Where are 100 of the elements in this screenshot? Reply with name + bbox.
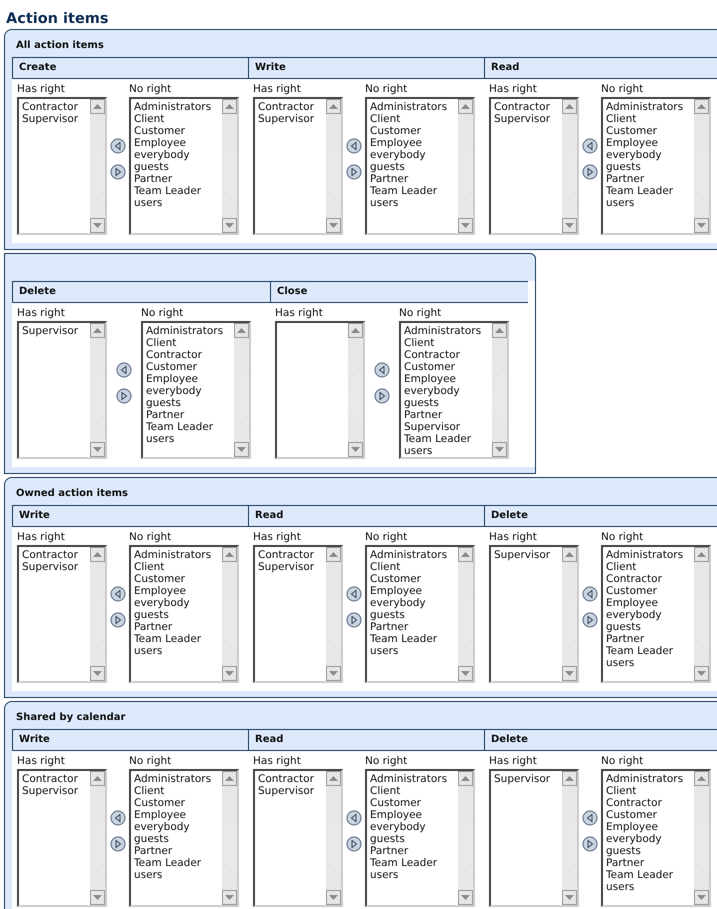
scroll-up-button[interactable] [694, 547, 709, 562]
list-option[interactable]: Supervisor [494, 113, 562, 125]
move-left-button[interactable] [582, 586, 598, 602]
list-option[interactable]: Team Leader [370, 857, 458, 869]
scrollbar[interactable] [562, 99, 577, 233]
list-option[interactable]: guests [134, 833, 222, 845]
move-left-button[interactable] [346, 810, 362, 826]
move-right-button[interactable] [346, 612, 362, 628]
move-right-button[interactable] [582, 836, 598, 852]
list-option[interactable]: Customer [134, 125, 222, 137]
list-option[interactable]: Employee [404, 373, 492, 385]
move-right-button[interactable] [110, 164, 126, 180]
listbox[interactable]: Contractor Supervisor [489, 97, 579, 235]
scroll-up-button[interactable] [90, 547, 105, 562]
list-option[interactable]: Team Leader [370, 185, 458, 197]
list-option[interactable]: guests [404, 397, 492, 409]
scroll-up-button[interactable] [562, 771, 577, 786]
list-option[interactable]: Customer [606, 125, 694, 137]
scroll-down-button[interactable] [694, 666, 709, 681]
move-right-button[interactable] [116, 388, 132, 404]
list-option[interactable]: Contractor [404, 349, 492, 361]
scrollbar[interactable] [222, 771, 237, 905]
list-option[interactable]: Partner [606, 173, 694, 185]
listbox[interactable]: Contractor Supervisor [17, 769, 107, 907]
scroll-down-button[interactable] [562, 890, 577, 905]
listbox[interactable]: Supervisor [489, 769, 579, 907]
list-option[interactable]: Customer [134, 573, 222, 585]
list-option[interactable]: users [134, 645, 222, 657]
list-option[interactable]: everybody [370, 597, 458, 609]
move-left-button[interactable] [582, 810, 598, 826]
move-left-button[interactable] [110, 138, 126, 154]
listbox[interactable]: Contractor Supervisor [17, 97, 107, 235]
list-option[interactable]: Customer [146, 361, 234, 373]
list-option[interactable]: Contractor [258, 101, 326, 113]
list-option[interactable]: Team Leader [606, 185, 694, 197]
list-option[interactable]: Employee [370, 585, 458, 597]
move-right-button[interactable] [374, 388, 390, 404]
scrollbar[interactable] [222, 547, 237, 681]
scrollbar[interactable] [458, 547, 473, 681]
list-option[interactable]: Employee [370, 809, 458, 821]
scroll-up-button[interactable] [234, 323, 249, 338]
listbox[interactable]: Administrators Client Contractor Customer Employee everybody guests Partner Team Leader users [141, 321, 251, 459]
list-option[interactable]: Supervisor [22, 113, 90, 125]
list-option[interactable]: Team Leader [606, 645, 694, 657]
list-option[interactable]: everybody [134, 597, 222, 609]
scrollbar[interactable] [90, 771, 105, 905]
list-option[interactable]: Administrators [134, 773, 222, 785]
list-option[interactable]: guests [134, 609, 222, 621]
list-option[interactable]: guests [606, 161, 694, 173]
list-option[interactable]: Customer [370, 797, 458, 809]
list-option[interactable]: Client [370, 113, 458, 125]
listbox[interactable]: Contractor Supervisor [17, 545, 107, 683]
list-option[interactable]: users [146, 433, 234, 445]
scroll-down-button[interactable] [90, 442, 105, 457]
list-option[interactable]: Partner [370, 173, 458, 185]
list-option[interactable]: Contractor [258, 549, 326, 561]
scroll-down-button[interactable] [326, 218, 341, 233]
list-option[interactable]: Contractor [22, 549, 90, 561]
list-option[interactable]: Team Leader [134, 633, 222, 645]
scroll-down-button[interactable] [90, 218, 105, 233]
list-option[interactable]: Supervisor [494, 549, 562, 561]
list-option[interactable]: Client [606, 561, 694, 573]
list-option[interactable]: Contractor [22, 773, 90, 785]
list-option[interactable]: guests [370, 833, 458, 845]
scrollbar[interactable] [90, 99, 105, 233]
list-option[interactable]: guests [370, 609, 458, 621]
scroll-down-button[interactable] [458, 890, 473, 905]
list-option[interactable]: Client [370, 785, 458, 797]
move-left-button[interactable] [346, 138, 362, 154]
list-option[interactable]: users [370, 645, 458, 657]
list-option[interactable]: Client [134, 785, 222, 797]
list-option[interactable]: users [134, 869, 222, 881]
scrollbar[interactable] [694, 99, 709, 233]
list-option[interactable]: Administrators [606, 773, 694, 785]
list-option[interactable]: Employee [134, 137, 222, 149]
list-option[interactable]: Employee [370, 137, 458, 149]
listbox[interactable]: Administrators Client Customer Employee everybody guests Partner Team Leader users [129, 545, 239, 683]
list-option[interactable]: Contractor [494, 101, 562, 113]
list-option[interactable]: Client [404, 337, 492, 349]
list-option[interactable]: Administrators [606, 549, 694, 561]
list-option[interactable]: Administrators [146, 325, 234, 337]
scroll-down-button[interactable] [492, 442, 507, 457]
scroll-down-button[interactable] [90, 666, 105, 681]
move-right-button[interactable] [582, 164, 598, 180]
move-left-button[interactable] [110, 586, 126, 602]
list-option[interactable]: Partner [370, 845, 458, 857]
list-option[interactable]: everybody [606, 833, 694, 845]
list-option[interactable]: Team Leader [404, 433, 492, 445]
list-option[interactable]: Client [134, 561, 222, 573]
listbox[interactable]: Administrators Client Contractor Customer Employee everybody guests Partner Supervisor Team Leader users [399, 321, 509, 459]
scrollbar[interactable] [90, 323, 105, 457]
list-option[interactable]: everybody [134, 149, 222, 161]
list-option[interactable]: Team Leader [134, 857, 222, 869]
scrollbar[interactable] [222, 99, 237, 233]
scroll-down-button[interactable] [222, 218, 237, 233]
list-option[interactable]: Employee [146, 373, 234, 385]
list-option[interactable]: Contractor [22, 101, 90, 113]
list-option[interactable]: Team Leader [370, 633, 458, 645]
scroll-up-button[interactable] [694, 771, 709, 786]
list-option[interactable]: Partner [404, 409, 492, 421]
